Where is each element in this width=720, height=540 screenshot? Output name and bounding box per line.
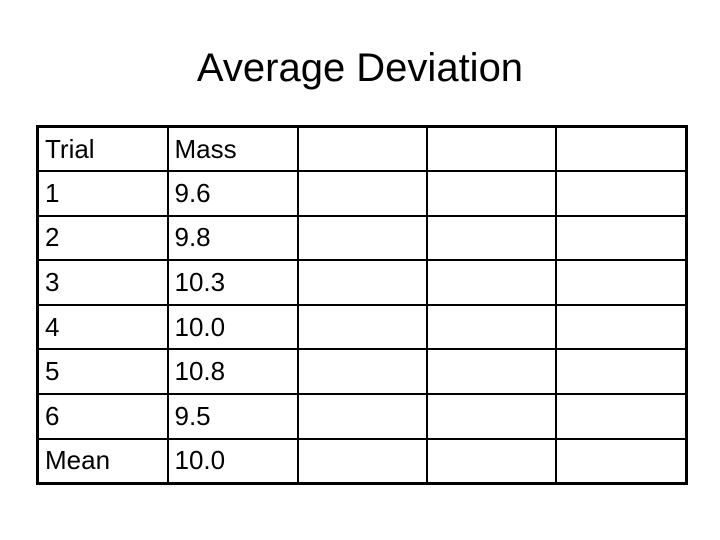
table-row: 6 9.5	[36, 393, 688, 440]
table-cell	[425, 214, 557, 262]
table-cell	[296, 125, 428, 173]
slide-title: Average Deviation	[196, 46, 524, 90]
table-cell: 10.8	[166, 348, 299, 396]
table-row: 5 10.8	[36, 348, 688, 396]
table-cell: Mass	[166, 125, 299, 173]
table-cell	[296, 214, 428, 262]
table-cell: 4	[36, 303, 169, 351]
table-row: 2 9.8	[36, 214, 688, 262]
table-cell: 3	[36, 259, 169, 306]
table-cell	[425, 170, 557, 217]
table-cell	[554, 259, 688, 306]
table-cell	[554, 348, 688, 396]
table-cell	[554, 214, 688, 262]
table-cell	[296, 348, 428, 396]
table-cell: 9.6	[166, 170, 299, 217]
table-cell: 6	[36, 393, 169, 440]
table-cell	[554, 170, 688, 217]
table-row: Mean 10.0	[36, 437, 688, 485]
table-cell	[425, 125, 557, 173]
table-cell	[296, 393, 428, 440]
table-cell	[296, 437, 428, 485]
table-row: 1 9.6	[36, 170, 688, 217]
table-cell: 9.5	[166, 393, 299, 440]
table-cell: 1	[36, 170, 169, 217]
table-row: 3 10.3	[36, 259, 688, 306]
table-cell	[554, 393, 688, 440]
table-row: 4 10.0	[36, 303, 688, 351]
table-header-row: Trial Mass	[36, 125, 688, 173]
table-cell	[296, 303, 428, 351]
table-cell: 9.8	[166, 214, 299, 262]
table-cell	[425, 393, 557, 440]
table-cell: 10.3	[166, 259, 299, 306]
table-cell	[425, 303, 557, 351]
table-cell: 5	[36, 348, 169, 396]
table-cell	[296, 259, 428, 306]
data-table: Trial Mass 1 9.6 2 9.8 3 10.3 4 10.0 5 10.8 6 9.5 Mean…	[36, 125, 688, 485]
table-cell: 10.0	[166, 437, 299, 485]
table-cell: 2	[36, 214, 169, 262]
table-cell: 10.0	[166, 303, 299, 351]
table-cell	[425, 259, 557, 306]
table-cell	[296, 170, 428, 217]
table-cell	[554, 303, 688, 351]
table-cell	[554, 125, 688, 173]
table-cell: Mean	[36, 437, 169, 485]
table-cell	[425, 437, 557, 485]
table-cell: Trial	[36, 125, 169, 173]
table-cell	[425, 348, 557, 396]
table-cell	[554, 437, 688, 485]
